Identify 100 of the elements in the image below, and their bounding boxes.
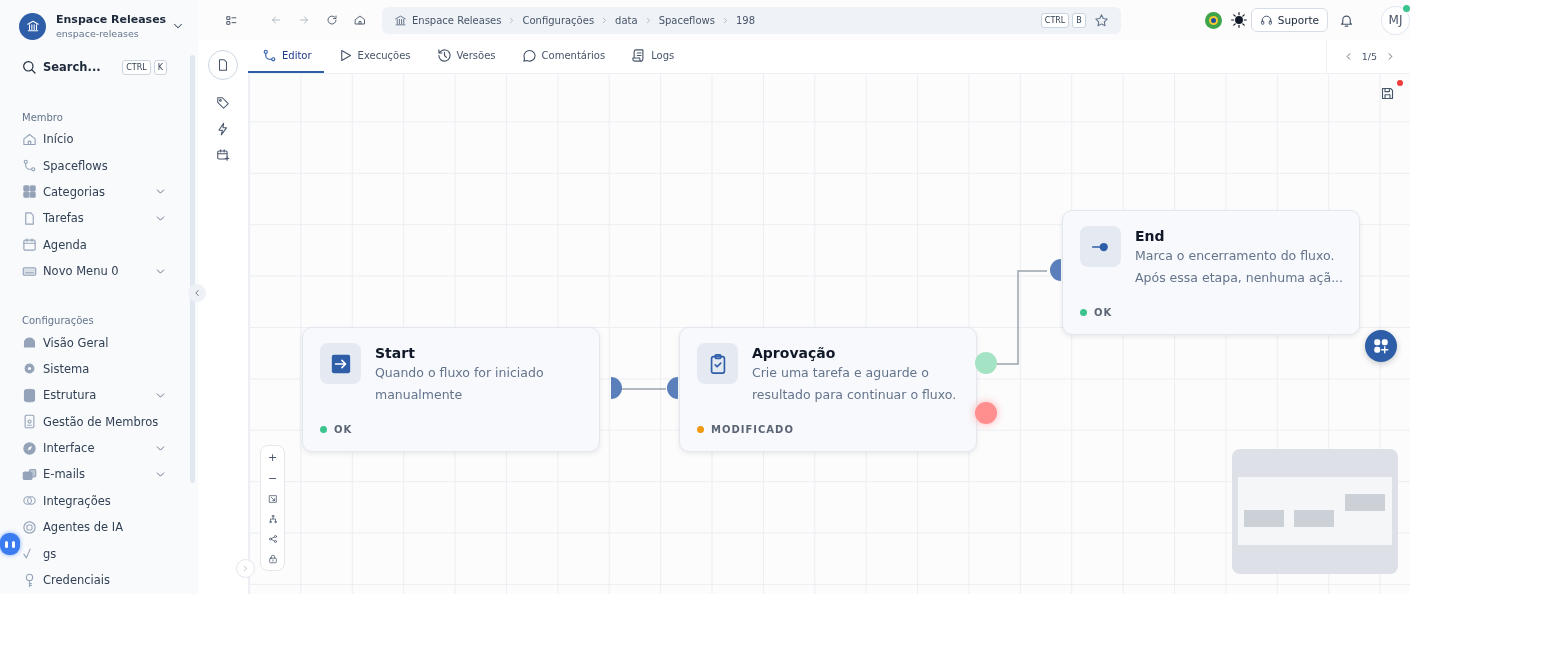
lock-icon[interactable] bbox=[267, 554, 278, 564]
home-icon bbox=[22, 131, 37, 147]
sidebar-item[interactable]: Sistema bbox=[22, 355, 167, 383]
breadcrumb-link[interactable]: Enspace Releases bbox=[412, 14, 502, 26]
fit-view-icon[interactable] bbox=[267, 494, 278, 504]
grid-icon bbox=[22, 184, 37, 200]
enter-icon bbox=[329, 352, 352, 375]
chat-bubble-icon[interactable] bbox=[0, 533, 20, 555]
mail-icon bbox=[22, 467, 37, 482]
sun-icon[interactable] bbox=[1230, 12, 1247, 28]
online-dot bbox=[1403, 4, 1410, 12]
gear-icon bbox=[22, 361, 37, 377]
breadcrumb-link[interactable]: data bbox=[615, 14, 638, 26]
node-description: Crie uma tarefa e aguarde o resultado para continuar o fluxo. bbox=[752, 364, 958, 404]
share-icon[interactable] bbox=[267, 534, 278, 544]
document-icon bbox=[216, 58, 230, 72]
sidebar-item[interactable]: Novo Menu 0 bbox=[22, 257, 167, 285]
sidebar-item[interactable]: Gestão de Membros bbox=[22, 408, 167, 435]
page-indicator: 1/5 bbox=[1361, 51, 1377, 62]
flow-icon bbox=[22, 158, 37, 174]
breadcrumb-link[interactable]: 198 bbox=[735, 14, 755, 26]
node-title: Aprovação bbox=[752, 345, 837, 361]
branch-icon bbox=[262, 48, 277, 63]
key-hint: CTRL bbox=[122, 59, 151, 75]
node-description: Quando o fluxo for iniciado manualmente bbox=[375, 364, 545, 404]
scrollbar[interactable] bbox=[190, 55, 195, 483]
sidebar-item[interactable]: E-mails bbox=[22, 461, 167, 488]
sidebar-item[interactable]: Spaceflows bbox=[22, 152, 167, 179]
compass-icon bbox=[22, 440, 37, 456]
breadcrumb-link[interactable]: Spaceflows bbox=[658, 14, 715, 26]
sidebar-item[interactable]: Tarefas bbox=[22, 205, 167, 232]
search-field[interactable]: Search... CTRL K bbox=[21, 56, 167, 78]
panel-icon[interactable] bbox=[225, 13, 238, 27]
bolt-icon[interactable] bbox=[216, 122, 230, 136]
dome-icon bbox=[22, 335, 37, 351]
history-icon bbox=[436, 48, 452, 63]
save-icon[interactable] bbox=[1380, 86, 1395, 101]
unsaved-dot bbox=[1397, 80, 1403, 86]
tab[interactable]: Logs bbox=[617, 40, 687, 73]
badge-icon bbox=[22, 414, 37, 430]
calendar-plus-icon[interactable] bbox=[216, 148, 230, 162]
sidebar-item[interactable]: Início bbox=[22, 126, 167, 153]
sidebar-item[interactable]: Agentes de IA bbox=[22, 514, 167, 541]
flow-node-card[interactable]: End Marca o encerramento do fluxo. Após essa etapa, nenhuma açã... OK bbox=[1062, 210, 1360, 335]
database-icon bbox=[22, 387, 37, 403]
chevron-left-icon bbox=[192, 288, 202, 298]
breadcrumb-link[interactable]: Configurações bbox=[522, 14, 595, 26]
workspace-name: Enspace Releases bbox=[56, 13, 168, 26]
tab[interactable]: Comentários bbox=[507, 40, 618, 73]
flow-node-card[interactable]: Start Quando o fluxo for iniciado manualmente OK bbox=[302, 327, 600, 452]
zoom-button[interactable]: + bbox=[267, 452, 278, 463]
headset-icon bbox=[1259, 13, 1273, 27]
status-label: OK bbox=[1094, 307, 1113, 318]
tab[interactable]: Versões bbox=[422, 40, 508, 73]
sidebar-item[interactable]: Estrutura bbox=[22, 382, 167, 409]
bell-icon[interactable] bbox=[1339, 12, 1355, 28]
comment-icon bbox=[521, 48, 537, 63]
tab[interactable]: Execuções bbox=[323, 40, 423, 73]
sidebar-item[interactable]: Visão Geral bbox=[22, 329, 167, 356]
connection-handle[interactable] bbox=[975, 352, 997, 374]
sidebar-item[interactable]: Integrações bbox=[22, 487, 167, 515]
workspace-slug: enspace-releases bbox=[56, 28, 140, 39]
key-hint: CTRL bbox=[1040, 12, 1070, 28]
sidebar-item[interactable]: gs bbox=[22, 540, 167, 567]
chevron-right-icon bbox=[241, 564, 250, 573]
bank-icon bbox=[25, 19, 40, 33]
flag-icon[interactable] bbox=[1204, 11, 1222, 29]
section-label: Membro bbox=[22, 112, 64, 125]
tag-icon[interactable] bbox=[216, 96, 230, 110]
sidebar-item[interactable]: Credenciais bbox=[22, 566, 167, 594]
sidebar-item[interactable]: Categorias bbox=[22, 178, 167, 206]
search-placeholder: Search... bbox=[43, 60, 101, 74]
bank-icon bbox=[394, 13, 407, 27]
star-icon[interactable] bbox=[1093, 12, 1109, 28]
key-hint: K bbox=[153, 59, 167, 75]
chip-icon bbox=[22, 519, 37, 535]
search-icon bbox=[21, 59, 37, 75]
calendar-icon bbox=[22, 237, 37, 253]
flow-node-card[interactable]: Aprovação Crie uma tarefa e aguarde o resultado para continuar o fluxo. MODIFICADO bbox=[679, 327, 977, 452]
scroll-icon bbox=[631, 48, 647, 63]
grid-plus-icon bbox=[1372, 337, 1390, 355]
home-icon[interactable] bbox=[354, 14, 366, 26]
document-icon bbox=[22, 210, 37, 226]
support-button[interactable]: Suporte bbox=[1250, 8, 1329, 32]
node-title: Start bbox=[375, 345, 416, 361]
workspace-avatar[interactable] bbox=[19, 12, 46, 40]
node-description: Marca o encerramento do fluxo. Após essa etapa, nenhuma açã... bbox=[1135, 247, 1345, 287]
user-avatar[interactable]: MJ bbox=[1381, 5, 1410, 35]
status-label: OK bbox=[334, 424, 353, 435]
connection-handle[interactable] bbox=[975, 402, 997, 424]
key-hint: B bbox=[1072, 12, 1086, 28]
layout-tree-icon[interactable] bbox=[267, 514, 278, 524]
zoom-button[interactable]: − bbox=[267, 473, 278, 484]
sidebar-item[interactable]: Agenda bbox=[22, 231, 167, 258]
node-title: End bbox=[1135, 228, 1166, 244]
status-label: MODIFICADO bbox=[711, 424, 794, 435]
reload-icon[interactable] bbox=[326, 14, 338, 26]
section-label: Configurações bbox=[22, 315, 95, 329]
add-node-button[interactable] bbox=[1365, 330, 1397, 362]
sidebar-item[interactable]: Interface bbox=[22, 434, 167, 462]
